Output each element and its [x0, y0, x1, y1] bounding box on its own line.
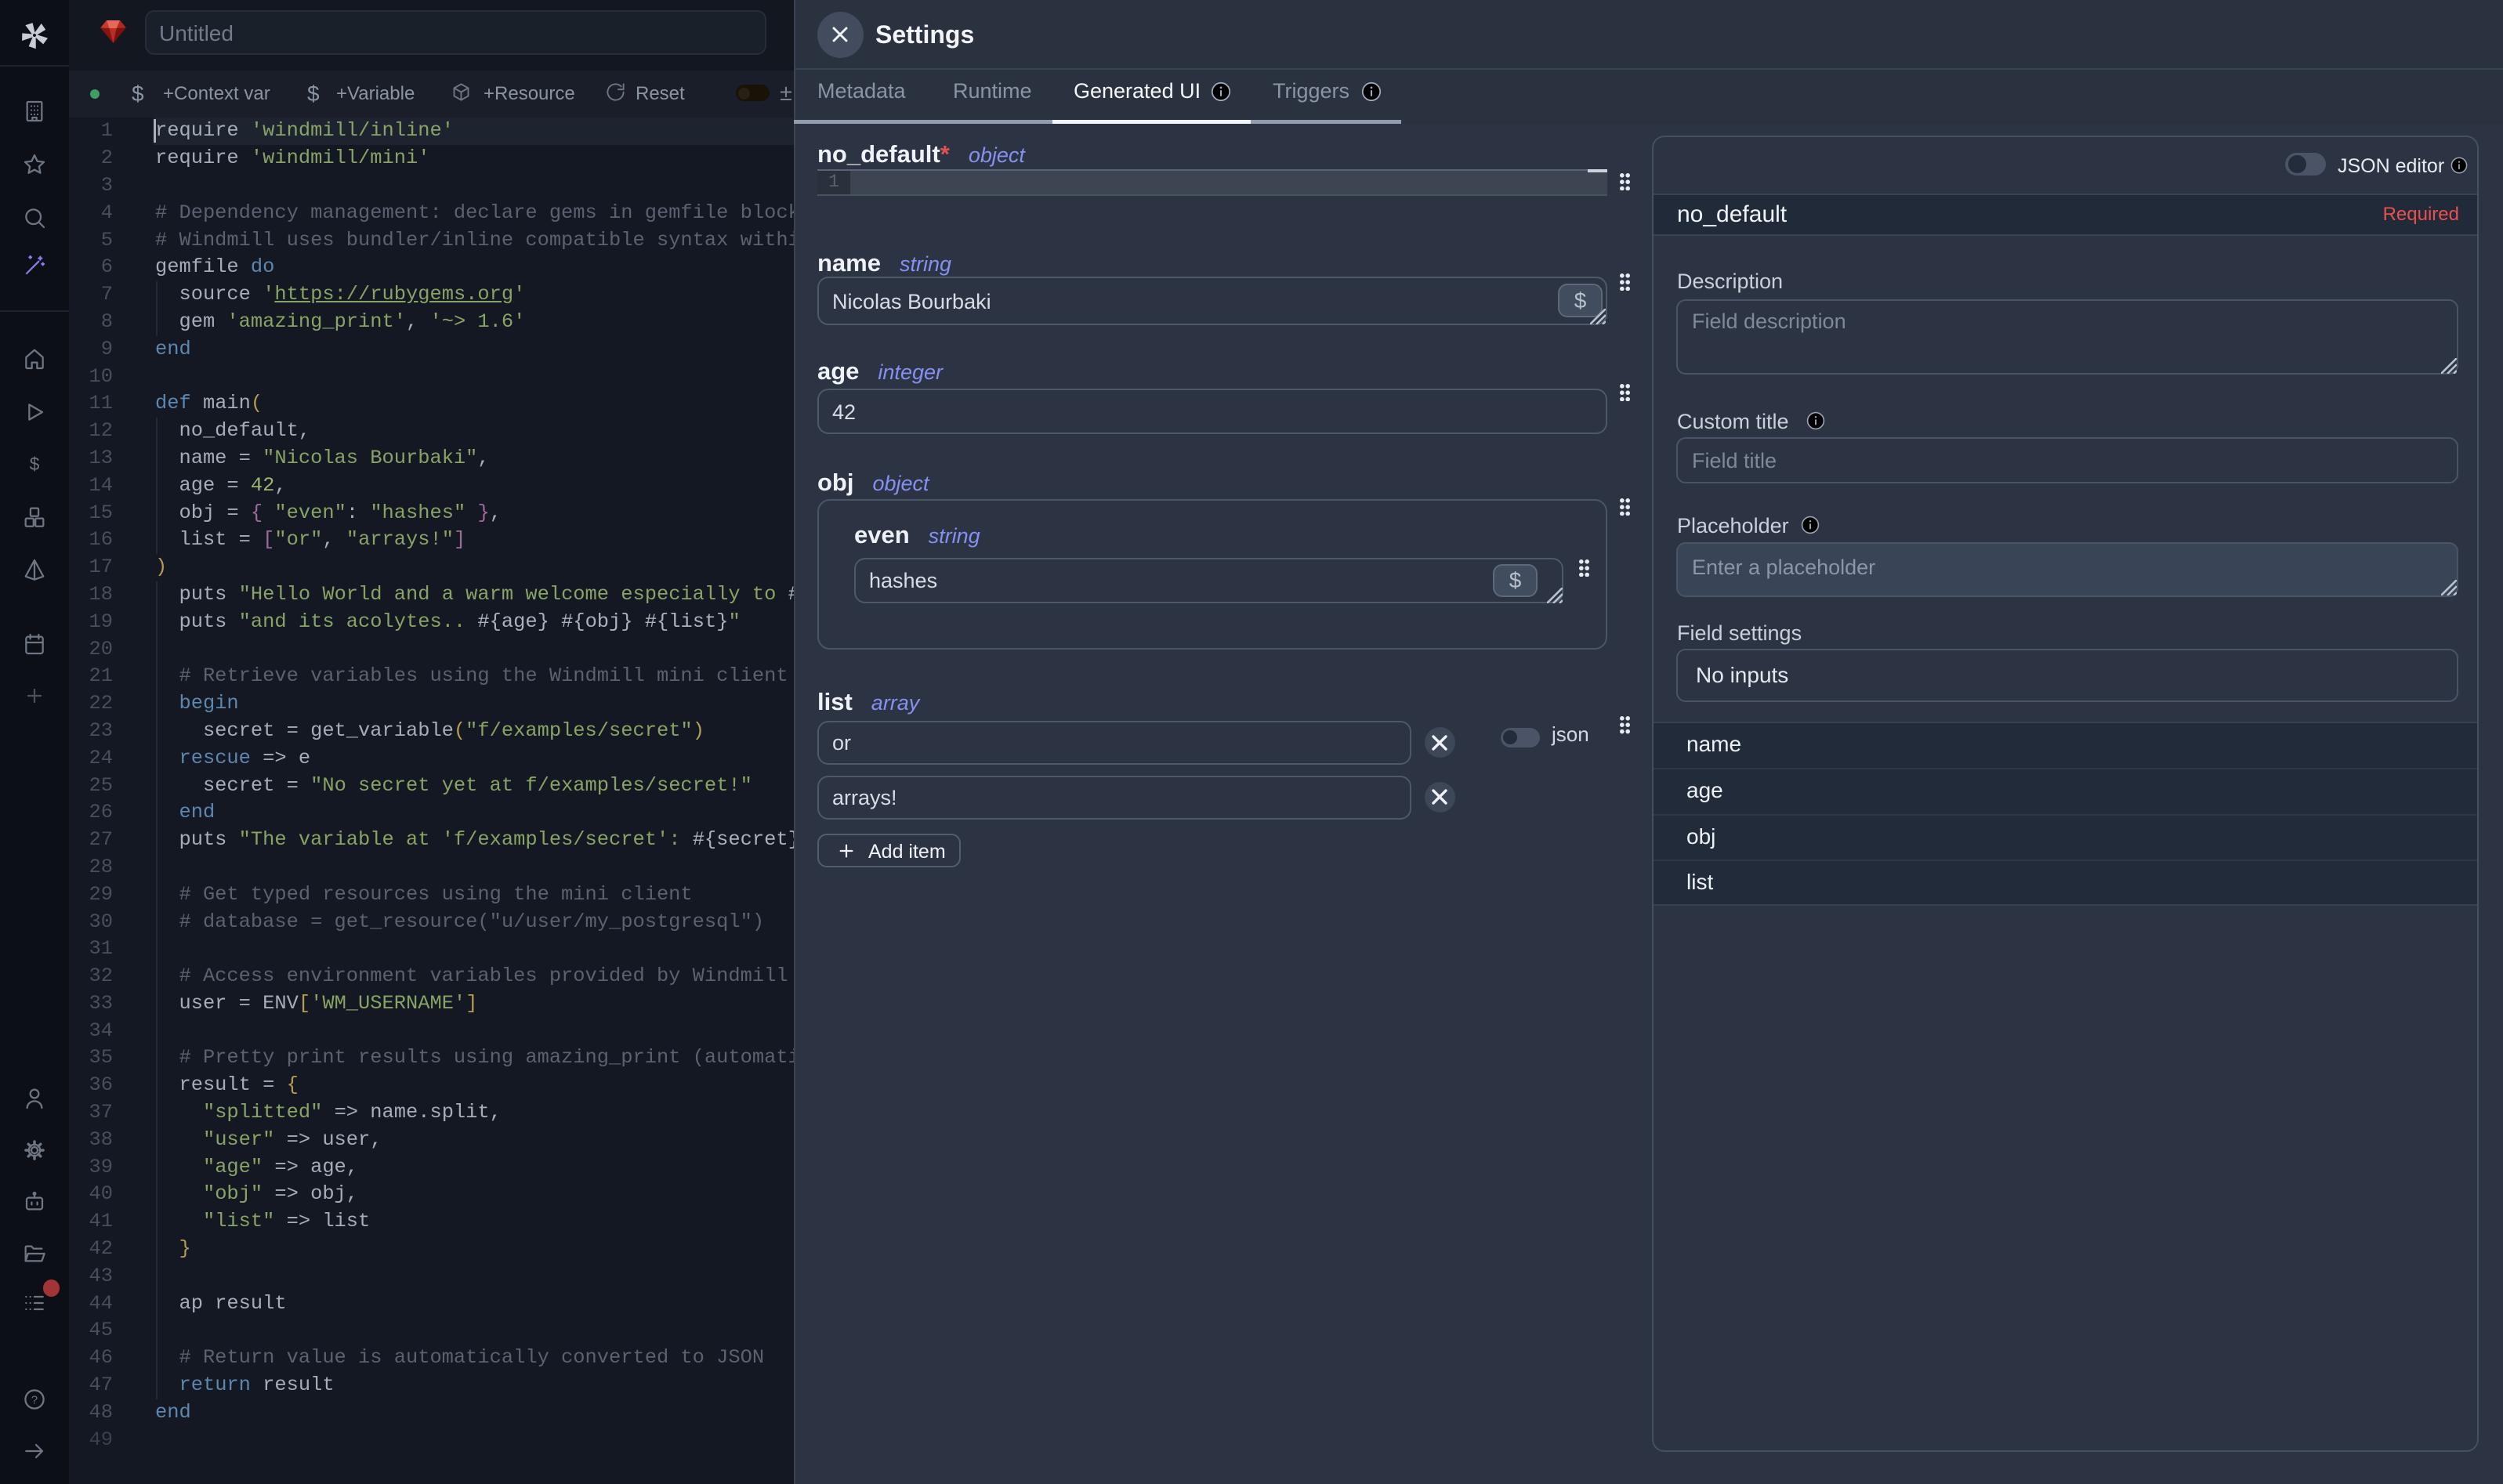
svg-text:$: $ — [30, 454, 40, 474]
svg-text:?: ? — [31, 1394, 38, 1406]
